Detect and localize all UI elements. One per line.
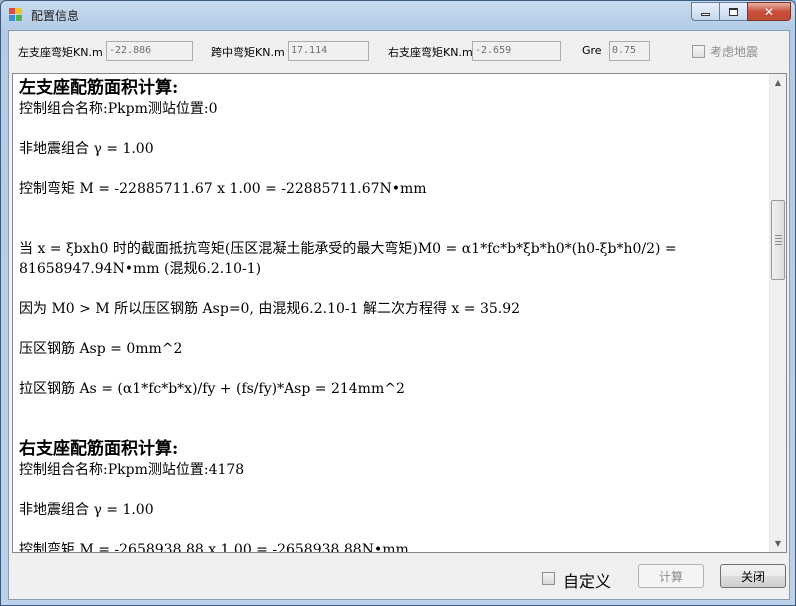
scroll-up-icon: ▲ [774,78,782,87]
right-nonseismic-line: 非地震组合 γ = 1.00 [19,502,154,518]
window-controls: ✕ [691,2,791,21]
app-icon [9,8,23,22]
seismic-checkbox[interactable] [692,45,705,58]
result-content: 左支座配筋面积计算: 控制组合名称:Pkpm测站位置:0 非地震组合 γ = 1… [19,78,769,553]
right-moment-label: 右支座弯矩KN.m [388,46,473,59]
close-button[interactable]: 关闭 [720,564,786,588]
mid-moment-input[interactable]: 17.114 [288,41,369,61]
minimize-button[interactable] [691,2,719,21]
left-moment-input[interactable]: -22.886 [106,41,193,61]
scroll-down-button[interactable]: ▼ [770,535,786,552]
left-tens-steel-line: 拉区钢筋 As = (α1*fc*b*x)/fy + (fs/fy)*Asp =… [19,381,405,397]
left-support-heading: 左支座配筋面积计算: [19,78,179,98]
left-comp-steel-line: 压区钢筋 Asp = 0mm^2 [19,341,183,357]
left-because-line: 因为 M0 > M 所以压区钢筋 Asp=0, 由混规6.2.10-1 解二次方… [19,301,521,317]
scroll-down-icon: ▼ [774,539,782,548]
close-window-button[interactable]: ✕ [747,2,791,21]
gre-label: Gre [582,44,602,57]
result-textbox[interactable]: 左支座配筋面积计算: 控制组合名称:Pkpm测站位置:0 非地震组合 γ = 1… [12,73,787,553]
maximize-button[interactable] [719,2,747,21]
custom-checkbox[interactable] [542,572,555,585]
left-resist-line: 当 x = ξbxh0 时的截面抵抗弯矩(压区混凝土能承受的最大弯矩)M0 = … [19,241,677,277]
scroll-up-button[interactable]: ▲ [770,74,786,91]
vertical-scrollbar[interactable]: ▲ ▼ [769,74,786,552]
right-moment-input[interactable]: -2.659 [472,41,561,61]
title-bar[interactable]: 配置信息 ✕ [1,1,795,29]
seismic-label: 考虑地震 [710,45,759,59]
scroll-thumb[interactable] [771,200,785,280]
calculate-button[interactable]: 计算 [638,564,704,588]
left-moment-line: 控制弯矩 M = -22885711.67 x 1.00 = -22885711… [19,181,427,197]
client-area: 左支座弯矩KN.m -22.886 跨中弯矩KN.m 17.114 右支座弯矩K… [8,30,790,600]
left-moment-label: 左支座弯矩KN.m [18,46,103,59]
right-support-heading: 右支座配筋面积计算: [19,439,179,459]
maximize-icon [729,7,738,16]
close-icon: ✕ [763,4,775,19]
right-moment-line: 控制弯矩 M = -2658938.88 x 1.00 = -2658938.8… [19,542,409,553]
left-nonseismic-line: 非地震组合 γ = 1.00 [19,141,154,157]
right-combo-line: 控制组合名称:Pkpm测站位置:4178 [19,462,245,478]
parameter-bar: 左支座弯矩KN.m -22.886 跨中弯矩KN.m 17.114 右支座弯矩K… [9,31,789,71]
config-window: 配置信息 ✕ 左支座弯矩KN.m -22.886 跨中弯矩KN.m 17.114… [0,0,796,606]
custom-label: 自定义 [563,572,612,591]
gre-input[interactable]: 0.75 [609,41,650,61]
window-title: 配置信息 [31,9,80,23]
mid-moment-label: 跨中弯矩KN.m [211,46,285,59]
minimize-icon [701,13,710,16]
left-combo-line: 控制组合名称:Pkpm测站位置:0 [19,101,218,117]
